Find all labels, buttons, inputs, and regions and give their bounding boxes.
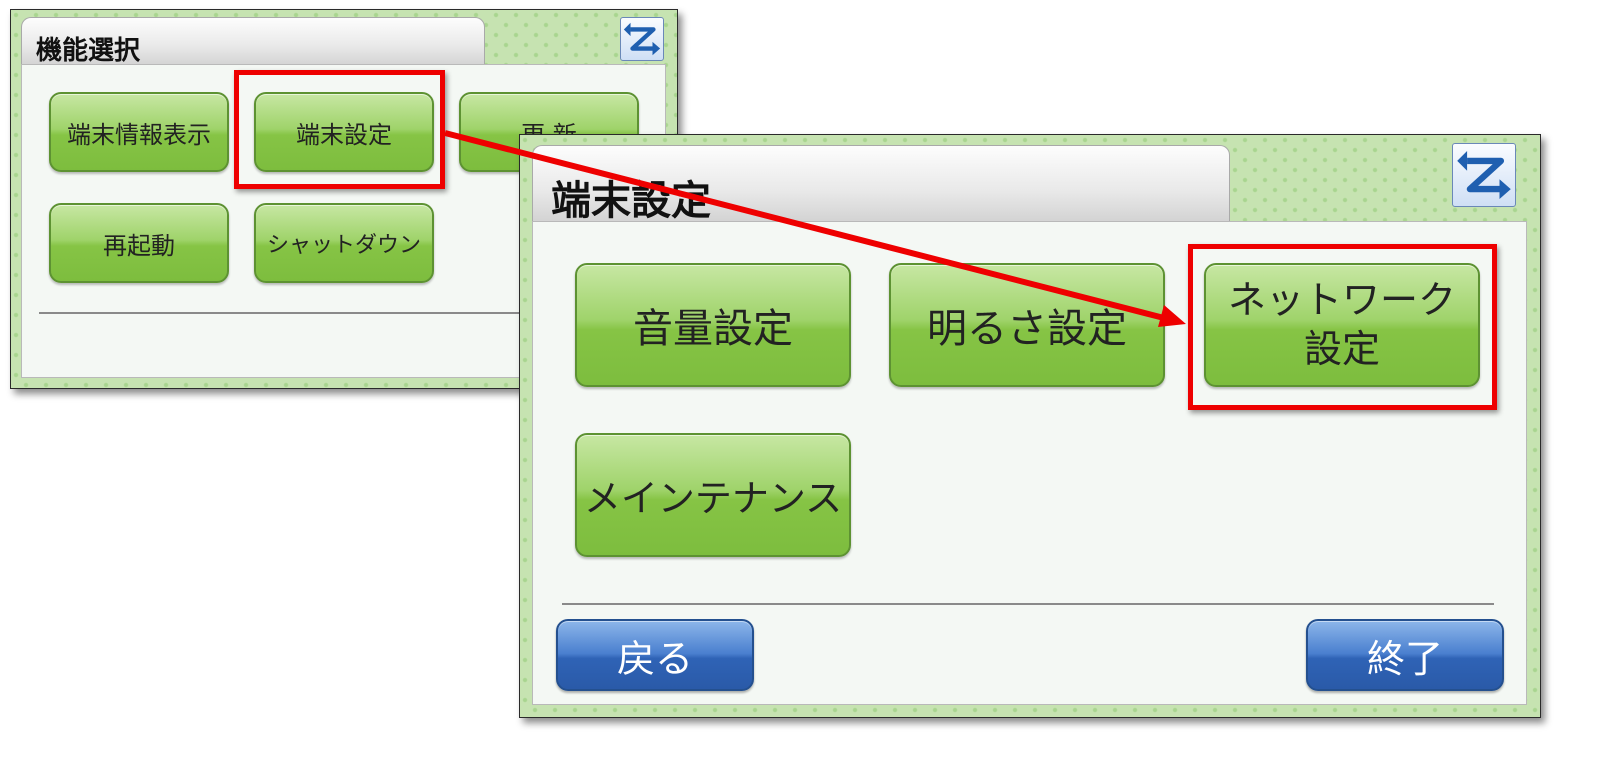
device-info-button[interactable]: 端末情報表示 [49, 92, 229, 172]
function-select-title: 機能選択 [21, 17, 485, 69]
device-settings-screen: 端末設定 音量設定 明るさ設定 ネットワーク 設定 メインテナンス 戻る 終了 [519, 134, 1541, 718]
volume-settings-button[interactable]: 音量設定 [575, 263, 851, 387]
brightness-settings-button[interactable]: 明るさ設定 [889, 263, 1165, 387]
device-settings-divider [562, 603, 1494, 605]
restart-button[interactable]: 再起動 [49, 203, 229, 283]
maintenance-button[interactable]: メインテナンス [575, 433, 851, 557]
exit-button[interactable]: 終了 [1306, 619, 1504, 691]
return-arrow-icon[interactable] [1452, 143, 1516, 207]
shutdown-button[interactable]: シャットダウン [254, 203, 434, 283]
return-arrow-icon[interactable] [620, 17, 664, 61]
highlight-device-settings [234, 70, 445, 189]
back-button[interactable]: 戻る [556, 619, 754, 691]
device-settings-title: 端末設定 [532, 145, 1230, 227]
highlight-network-settings [1188, 244, 1497, 410]
